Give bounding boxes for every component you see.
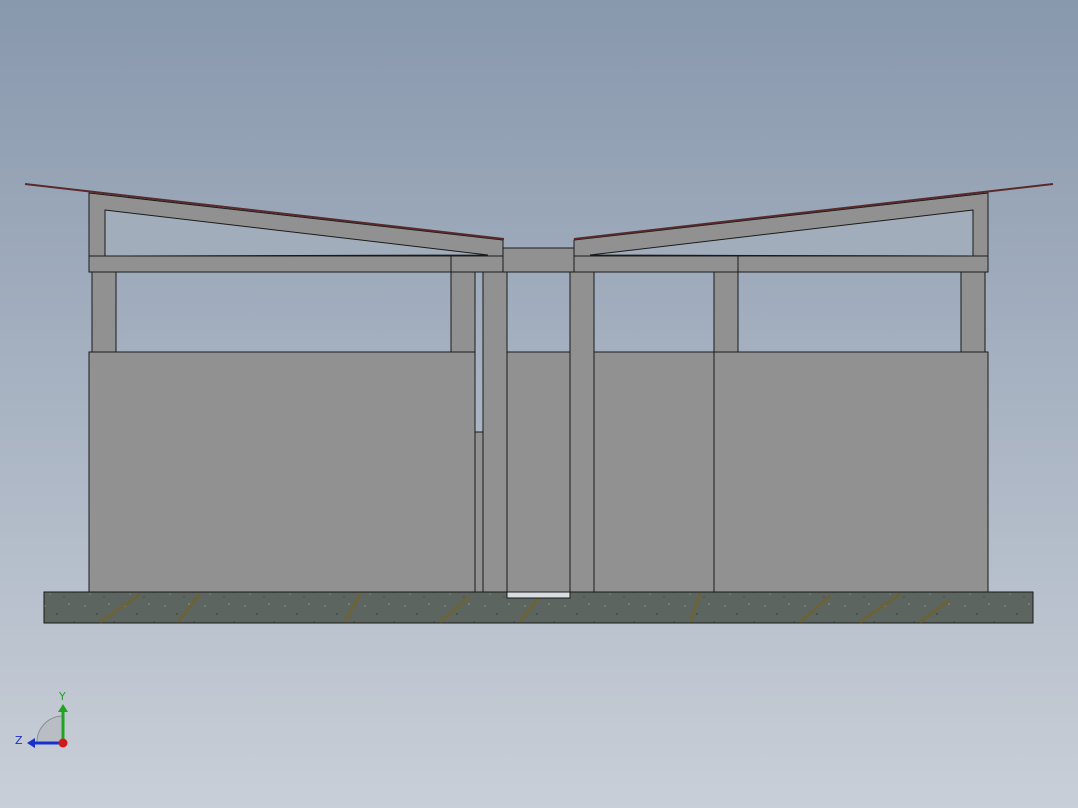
model-canvas: Y Z — [0, 0, 1078, 808]
cad-viewport[interactable]: Y Z — [0, 0, 1078, 808]
y-axis-label: Y — [58, 690, 66, 703]
column-center-left — [482, 271, 508, 593]
left-beam — [88, 255, 504, 273]
column-left-inner — [450, 271, 476, 353]
column-center-right — [569, 271, 595, 593]
right-wall — [593, 351, 715, 593]
x-axis-dot-icon — [58, 738, 68, 748]
center-beam — [502, 247, 575, 273]
door-threshold — [506, 591, 571, 599]
right-beam — [573, 255, 989, 273]
center-door-panel — [506, 351, 571, 593]
column-right-outer — [960, 271, 986, 353]
z-axis-label: Z — [15, 734, 23, 747]
column-left-outer — [91, 271, 117, 353]
left-wall — [88, 351, 476, 593]
column-right-inner — [713, 271, 739, 353]
lower-walls — [88, 351, 989, 593]
far-right-wall — [713, 351, 989, 593]
